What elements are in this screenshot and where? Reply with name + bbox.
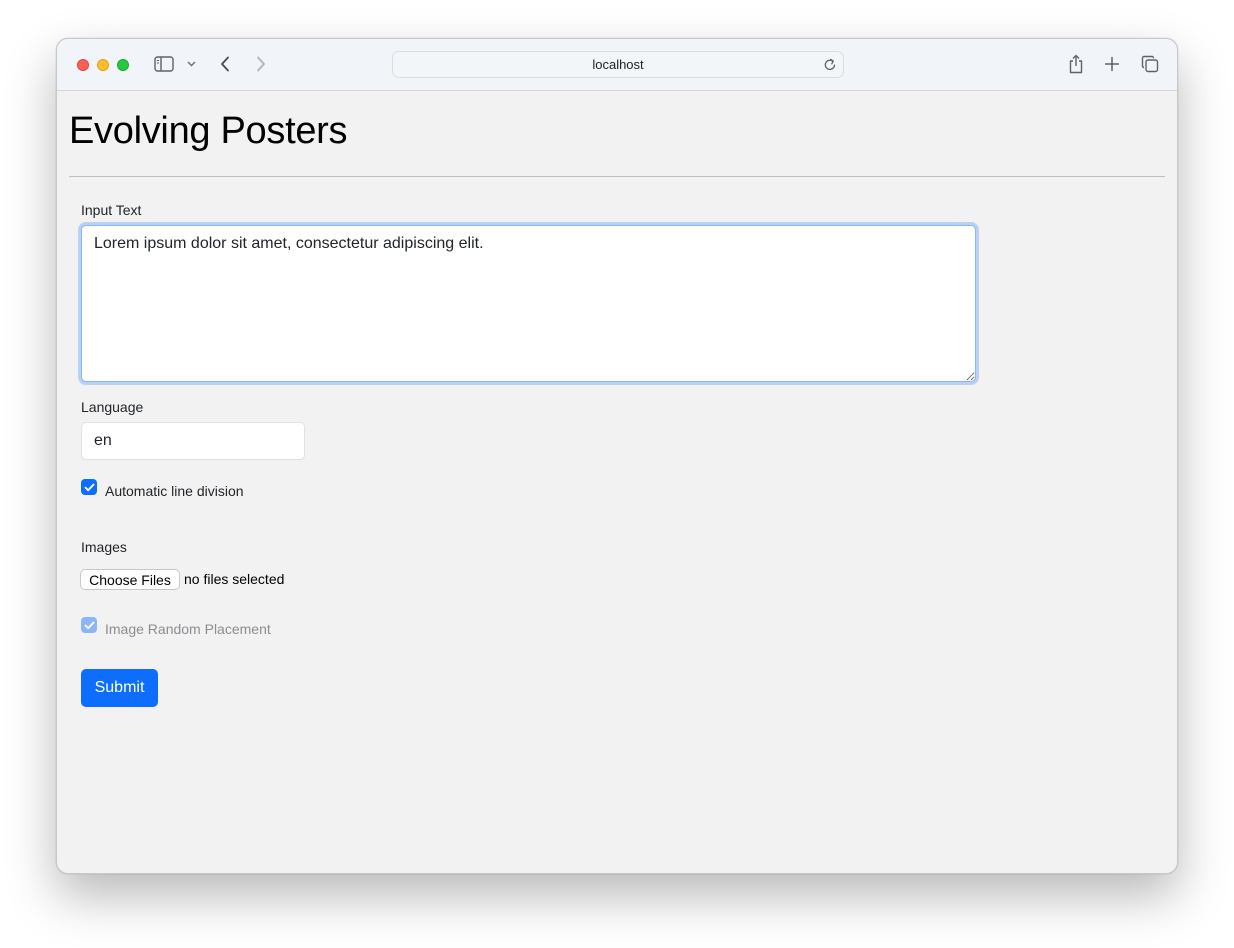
close-window-button[interactable]	[77, 59, 89, 71]
reload-icon[interactable]	[823, 58, 837, 75]
zoom-window-button[interactable]	[117, 59, 129, 71]
back-icon[interactable]	[217, 52, 233, 76]
submit-button[interactable]: Submit	[81, 669, 158, 707]
browser-window: localhost Evolving Posters Input Text Lo…	[56, 38, 1178, 874]
image-random-placement-checkbox	[81, 617, 97, 633]
language-label: Language	[81, 399, 144, 415]
checkmark-icon	[84, 483, 94, 491]
share-icon[interactable]	[1066, 52, 1086, 76]
page-content: Evolving Posters Input Text Lorem ipsum …	[57, 92, 1177, 873]
image-random-placement-label: Image Random Placement	[105, 621, 271, 637]
tabs-overview-icon[interactable]	[1140, 52, 1160, 76]
address-text: localhost	[592, 57, 644, 72]
sidebar-icon[interactable]	[153, 52, 175, 76]
file-status-text: no files selected	[184, 571, 285, 587]
auto-line-division-checkbox[interactable]	[81, 479, 97, 495]
new-tab-icon[interactable]	[1102, 52, 1122, 76]
address-bar[interactable]: localhost	[392, 51, 844, 78]
chevron-down-icon[interactable]	[185, 52, 197, 76]
page-title: Evolving Posters	[69, 110, 348, 152]
divider	[69, 176, 1165, 177]
auto-line-division-label[interactable]: Automatic line division	[105, 483, 244, 499]
choose-files-button[interactable]: Choose Files	[80, 569, 180, 590]
input-text-field[interactable]: Lorem ipsum dolor sit amet, consectetur …	[81, 225, 976, 382]
input-text-label: Input Text	[81, 202, 142, 218]
checkmark-icon	[84, 621, 94, 629]
language-input[interactable]	[81, 422, 305, 460]
browser-toolbar: localhost	[57, 39, 1177, 91]
forward-icon[interactable]	[253, 52, 269, 76]
minimize-window-button[interactable]	[97, 59, 109, 71]
images-label: Images	[81, 539, 127, 555]
